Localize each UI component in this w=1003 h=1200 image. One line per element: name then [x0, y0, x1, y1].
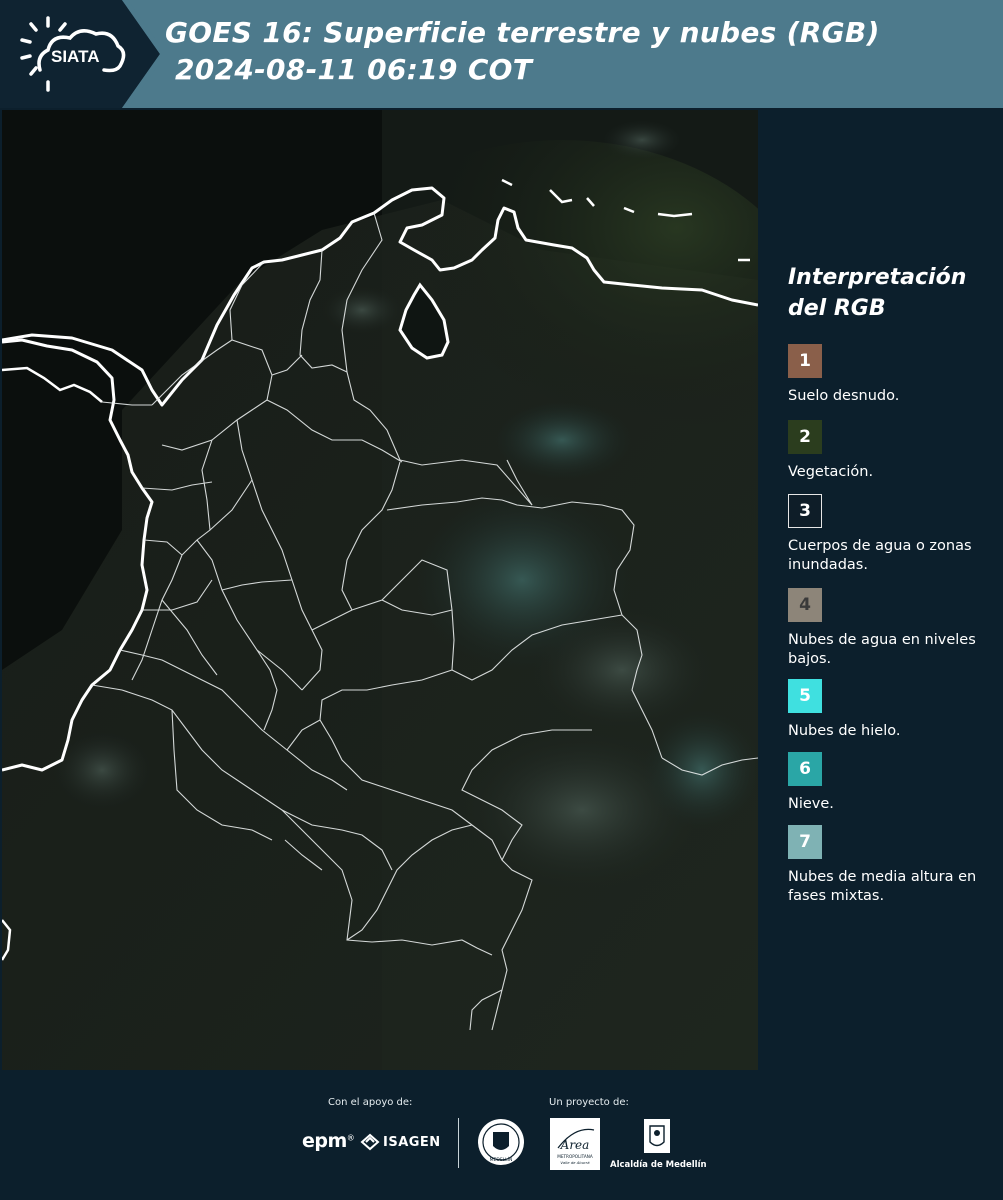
legend-label: Nieve. [788, 796, 834, 812]
svg-text:METROPOLITANA: METROPOLITANA [557, 1154, 593, 1159]
footer: Con el apoyo de: Un proyecto de: epm® IS… [0, 1070, 1003, 1200]
epm-logo-icon: epm [302, 1130, 347, 1152]
support-label: Con el apoyo de: [328, 1097, 413, 1108]
header-bar: SIATA GOES 16: Superficie terrestre y nu… [0, 0, 1003, 108]
alcaldia-medellin-logo[interactable]: Alcaldía de Medellín [610, 1118, 707, 1170]
legend-item: 3 Cuerpos de agua o zonas inundadas. [788, 494, 998, 575]
legend-item: 4 Nubes de agua en niveles bajos. [788, 588, 998, 669]
medellin-seal[interactable]: MEDELLÍN [476, 1116, 526, 1172]
legend-label: Suelo desnudo. [788, 388, 900, 404]
alcaldia-medellin-logo-icon [644, 1119, 670, 1153]
legend-title: Interpretación del RGB [788, 265, 967, 321]
satellite-map[interactable] [2, 110, 758, 1070]
siata-logo-icon: SIATA [0, 0, 166, 108]
legend-item: 2 Vegetación. [788, 420, 998, 482]
isagen-logo-icon [360, 1133, 380, 1151]
satellite-image [2, 110, 758, 1070]
legend-label: Nubes de media altura en fases mixtas. [788, 869, 977, 904]
legend-swatch: 2 [788, 420, 822, 454]
svg-text:Área: Área [560, 1137, 590, 1152]
legend-item: 5 Nubes de hielo. [788, 679, 998, 741]
legend-swatch: 3 [788, 494, 822, 528]
alcaldia-label: Alcaldía de Medellín [610, 1160, 707, 1170]
legend-label: Vegetación. [788, 464, 874, 480]
area-metropolitana-logo-icon: Área METROPOLITANA Valle de Aburrá [557, 1128, 595, 1165]
medellin-seal-icon: MEDELLÍN [478, 1119, 524, 1165]
legend-label: Nubes de agua en niveles bajos. [788, 632, 976, 667]
isagen-logo[interactable]: ISAGEN [360, 1132, 441, 1152]
footer-divider [458, 1118, 459, 1168]
project-label: Un proyecto de: [549, 1097, 629, 1108]
legend-item: 6 Nieve. [788, 752, 998, 814]
legend-swatch: 4 [788, 588, 822, 622]
title-line-1: GOES 16: Superficie terrestre y nubes (R… [165, 16, 880, 49]
page-title: GOES 16: Superficie terrestre y nubes (R… [165, 14, 995, 88]
title-line-2: 2024-08-11 06:19 COT [175, 53, 533, 86]
legend-item: 7 Nubes de media altura en fases mixtas. [788, 825, 998, 906]
logo-text: SIATA [51, 47, 99, 66]
legend-item: 1 Suelo desnudo. [788, 344, 998, 406]
legend-label: Cuerpos de agua o zonas inundadas. [788, 538, 972, 573]
siata-logo[interactable]: SIATA [0, 0, 166, 108]
legend-swatch: 6 [788, 752, 822, 786]
legend-swatch: 5 [788, 679, 822, 713]
svg-text:MEDELLÍN: MEDELLÍN [490, 1156, 513, 1163]
legend-panel: Interpretación del RGB 1 Suelo desnudo. … [760, 110, 1003, 1070]
area-metropolitana-logo[interactable]: Área METROPOLITANA Valle de Aburrá [550, 1118, 600, 1170]
svg-text:Valle de Aburrá: Valle de Aburrá [560, 1160, 590, 1165]
legend-label: Nubes de hielo. [788, 723, 901, 739]
legend-swatch: 7 [788, 825, 822, 859]
epm-logo[interactable]: epm® [302, 1130, 355, 1152]
legend-swatch: 1 [788, 344, 822, 378]
